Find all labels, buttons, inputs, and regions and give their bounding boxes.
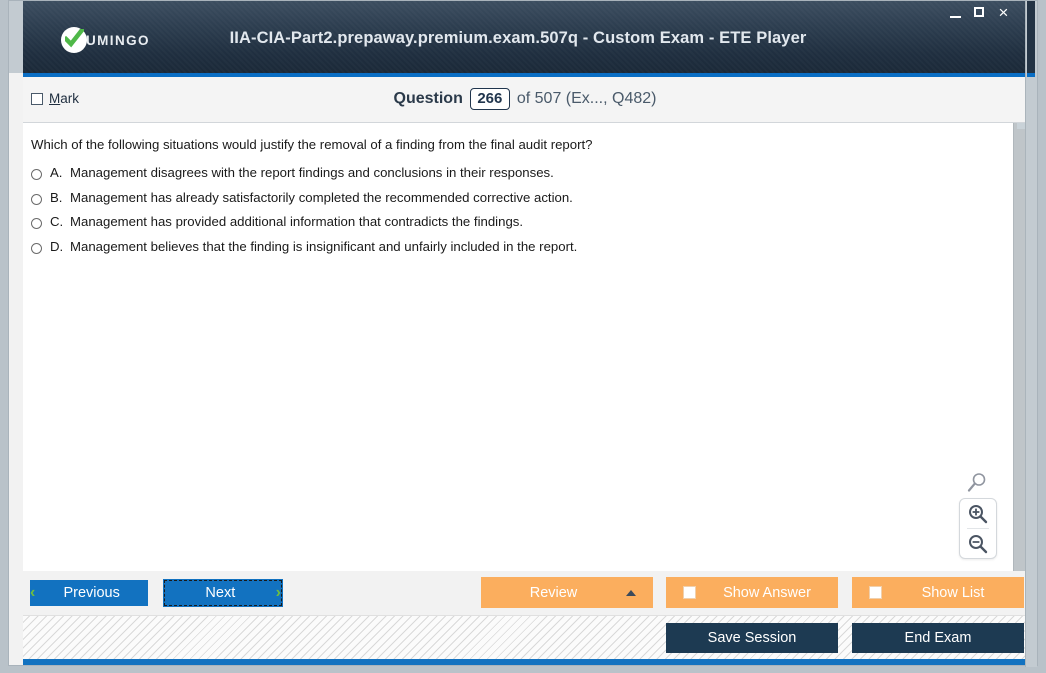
zoom-out-icon xyxy=(969,534,988,553)
minimize-icon xyxy=(950,16,961,18)
window-inner: UMINGO IIA-CIA-Part2.prepaway.premium.ex… xyxy=(9,1,1027,665)
statusbar-accent-rule xyxy=(23,659,1027,665)
question-content-area: Which of the following situations would … xyxy=(23,123,1027,571)
window-frame: UMINGO IIA-CIA-Part2.prepaway.premium.ex… xyxy=(8,0,1038,667)
answer-option-d[interactable]: D. Management believes that the finding … xyxy=(31,239,981,264)
option-text: Management believes that the finding is … xyxy=(70,238,578,254)
question-word-label: Question xyxy=(393,90,463,107)
gutter-accent-fill xyxy=(1027,73,1035,77)
option-text: Management has already satisfactorily co… xyxy=(70,189,573,205)
radio-icon[interactable] xyxy=(31,169,42,180)
radio-icon[interactable] xyxy=(31,193,42,205)
zoom-in-icon xyxy=(969,504,988,523)
show-list-button-label: Show List xyxy=(921,584,985,601)
status-bar: Save Session End Exam xyxy=(23,615,1027,663)
radio-icon[interactable] xyxy=(31,242,42,254)
show-answer-button-label: Show Answer xyxy=(723,584,811,601)
review-button-label: Review xyxy=(529,584,578,601)
close-icon: × xyxy=(998,3,1009,22)
option-letter: D. xyxy=(50,238,64,254)
question-number-input[interactable]: 266 xyxy=(469,88,510,110)
option-text: Management has provided additional infor… xyxy=(70,214,524,229)
answer-option-c[interactable]: C. Management has provided additional in… xyxy=(31,214,981,239)
chevron-up-icon xyxy=(626,589,636,596)
zoom-controls-panel xyxy=(959,498,997,559)
next-button[interactable]: Next › xyxy=(163,579,283,607)
window-right-gutter xyxy=(1025,1,1037,667)
title-bar[interactable]: UMINGO IIA-CIA-Part2.prepaway.premium.ex… xyxy=(9,1,1027,73)
maximize-button[interactable] xyxy=(972,5,987,21)
navigation-toolbar: ‹ Previous Next › Review Show Answer Sho… xyxy=(23,571,1027,615)
show-list-button[interactable]: Show List xyxy=(852,577,1024,608)
option-letter: C. xyxy=(50,214,64,229)
answer-option-a[interactable]: A. Management disagrees with the report … xyxy=(31,165,981,190)
square-toggle-icon xyxy=(683,586,696,599)
zoom-in-button[interactable] xyxy=(960,499,996,528)
square-toggle-icon xyxy=(869,586,882,599)
question-prompt: Which of the following situations would … xyxy=(31,137,593,152)
question-total-label: of 507 (Ex..., Q482) xyxy=(516,90,657,107)
save-session-label: Save Session xyxy=(707,630,797,646)
minimize-button[interactable] xyxy=(948,5,963,21)
question-header-bar: Mark Question 266 of 507 (Ex..., Q482) xyxy=(23,77,1027,123)
magnifier-glyph xyxy=(967,473,986,492)
magnifier-icon xyxy=(959,470,995,496)
next-button-label: Next xyxy=(205,585,236,601)
maximize-icon xyxy=(974,7,984,17)
chevron-right-icon: › xyxy=(275,584,281,601)
save-session-button[interactable]: Save Session xyxy=(666,623,838,653)
zoom-widget xyxy=(959,470,997,559)
zoom-out-button[interactable] xyxy=(960,529,996,558)
option-text: Management disagrees with the report fin… xyxy=(70,165,554,180)
show-answer-button[interactable]: Show Answer xyxy=(666,577,838,608)
review-button[interactable]: Review xyxy=(481,577,653,608)
answer-options-list: A. Management disagrees with the report … xyxy=(31,165,981,263)
window-controls: × xyxy=(948,3,1011,22)
close-button[interactable]: × xyxy=(996,3,1011,22)
scrollbar-thumb[interactable] xyxy=(1017,123,1025,129)
window-title: IIA-CIA-Part2.prepaway.premium.exam.507q… xyxy=(229,29,807,47)
answer-option-b[interactable]: B. Management has already satisfactorily… xyxy=(31,190,981,215)
gutter-titlebar-fill xyxy=(1027,1,1035,73)
end-exam-button[interactable]: End Exam xyxy=(852,623,1024,653)
question-counter: Question 266 of 507 (Ex..., Q482) xyxy=(23,88,1027,110)
end-exam-label: End Exam xyxy=(904,630,972,646)
option-letter: A. xyxy=(50,165,63,180)
previous-button[interactable]: ‹ Previous xyxy=(30,580,148,606)
ete-player-window: UMINGO IIA-CIA-Part2.prepaway.premium.ex… xyxy=(0,0,1046,673)
previous-button-label: Previous xyxy=(63,585,120,601)
radio-icon[interactable] xyxy=(31,218,42,229)
option-letter: B. xyxy=(50,189,63,205)
